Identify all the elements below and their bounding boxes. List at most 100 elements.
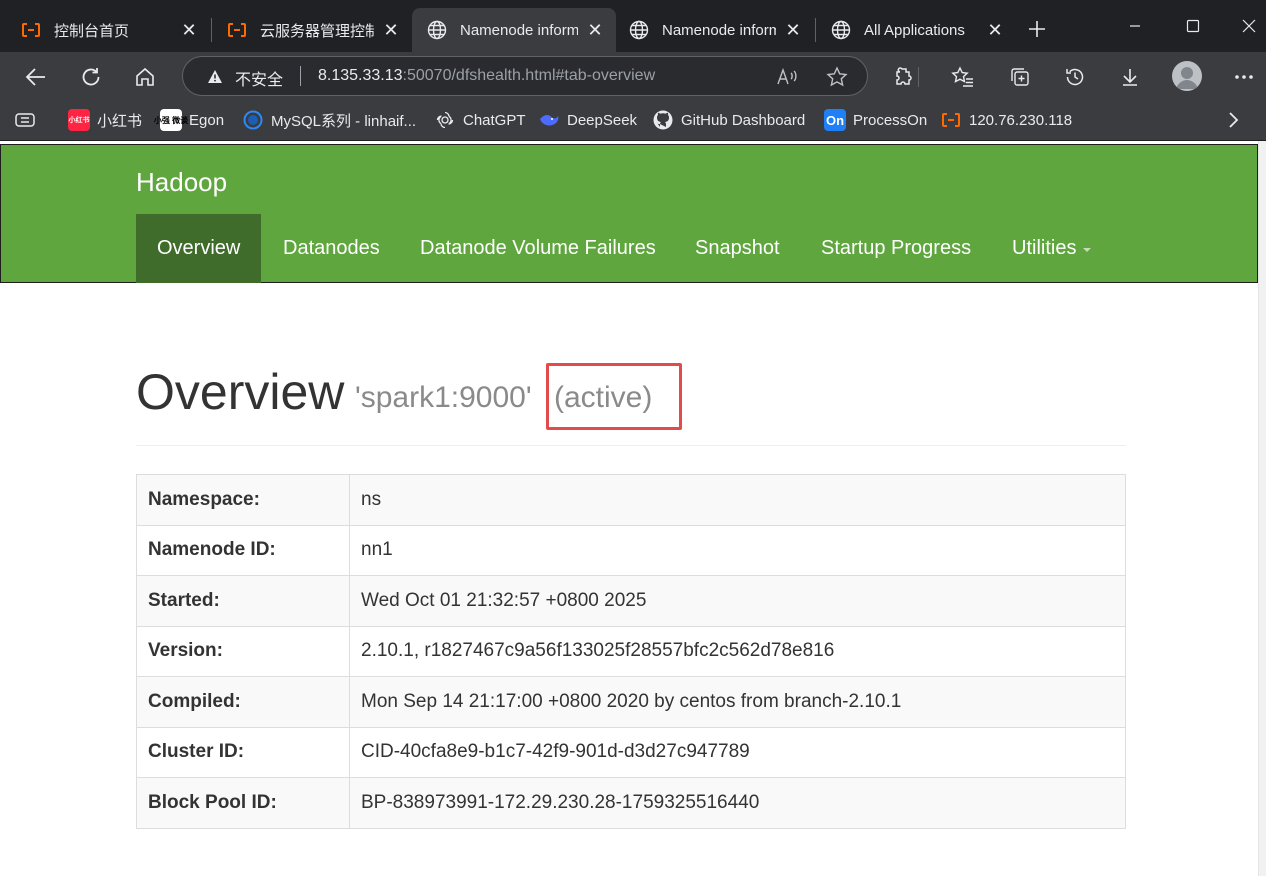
url-text[interactable]: 8.135.33.13:50070/dfshealth.html#tab-ove… xyxy=(318,67,655,85)
nav-utilities[interactable]: Utilities xyxy=(991,214,1112,283)
bookmark-chatgpt[interactable]: ChatGPT xyxy=(434,108,526,132)
github-icon xyxy=(652,109,674,131)
bookmark-label: 120.76.230.118 xyxy=(969,111,1073,129)
bookmark-github[interactable]: GitHub Dashboard xyxy=(652,108,805,132)
table-row: Block Pool ID: BP-838973991-172.29.230.2… xyxy=(136,777,1126,829)
tab-namenode-2[interactable]: Namenode information ✕ xyxy=(614,11,814,49)
processon-icon: On xyxy=(824,109,846,131)
row-label: Namenode ID: xyxy=(136,524,350,576)
bookmark-label: MySQL系列 - linhaif... xyxy=(271,112,417,130)
table-row: Namenode ID: nn1 xyxy=(136,524,1126,576)
bookmark-processon[interactable]: On ProcessOn xyxy=(824,108,927,132)
url-host: 8.135.33.13 xyxy=(318,67,403,84)
refresh-icon[interactable] xyxy=(74,60,108,94)
warning-triangle-icon[interactable] xyxy=(205,66,225,86)
minimize-icon[interactable] xyxy=(1112,10,1158,42)
egon-icon: 小强 微谈 xyxy=(154,109,188,131)
security-status-label[interactable]: 不安全 xyxy=(235,66,283,90)
row-value: Mon Sep 14 21:17:00 +0800 2020 by centos… xyxy=(349,676,1126,728)
bookmark-ip-address[interactable]: 120.76.230.118 xyxy=(940,108,1072,132)
extensions-puzzle-icon[interactable] xyxy=(887,60,921,94)
row-value: nn1 xyxy=(349,524,1126,576)
bookmark-egon[interactable]: 小强 微谈 Egon xyxy=(154,108,225,132)
nav-datanodes[interactable]: Datanodes xyxy=(262,214,401,283)
row-value: CID-40cfa8e9-b1c7-42f9-901d-d3d27c947789 xyxy=(349,726,1126,778)
download-icon[interactable] xyxy=(1113,60,1147,94)
url-path: :50070/dfshealth.html#tab-overview xyxy=(402,67,656,84)
more-menu-icon[interactable] xyxy=(1227,60,1261,94)
tab-title: All Applications xyxy=(864,21,965,39)
row-label: Cluster ID: xyxy=(136,726,350,778)
circle-icon xyxy=(242,109,264,131)
brand-hadoop[interactable]: Hadoop xyxy=(136,167,227,198)
nav-overview[interactable]: Overview xyxy=(136,214,262,283)
deepseek-icon xyxy=(538,109,560,131)
table-row: Started: Wed Oct 01 21:32:57 +0800 2025 xyxy=(136,575,1126,627)
address-bar[interactable]: 不安全 8.135.33.13:50070/dfshealth.html#tab… xyxy=(182,56,868,96)
aliyun-icon xyxy=(226,19,248,41)
aliyun-icon xyxy=(20,19,42,41)
row-value: ns xyxy=(349,474,1126,526)
tab-namenode-active[interactable]: Namenode information ✕ xyxy=(412,8,616,52)
table-row: Cluster ID: CID-40cfa8e9-b1c7-42f9-901d-… xyxy=(136,726,1126,778)
tab-ecs-console[interactable]: 云服务器管理控制台 ✕ xyxy=(212,11,412,49)
toolbar-divider xyxy=(917,60,919,94)
namenode-state: (active) xyxy=(554,381,653,414)
tab-title: Namenode information xyxy=(460,21,578,39)
tab-all-applications[interactable]: All Applications ✕ xyxy=(816,11,1016,49)
address-divider xyxy=(300,66,301,86)
bookmark-mysql[interactable]: MySQL系列 - linhaif... xyxy=(242,108,416,132)
close-icon[interactable]: ✕ xyxy=(984,19,1006,41)
profile-avatar-icon[interactable] xyxy=(1172,61,1202,91)
history-icon[interactable] xyxy=(1058,60,1092,94)
window-close-icon[interactable] xyxy=(1226,10,1266,42)
namenode-info-table: Namespace: ns Namenode ID: nn1 Started: … xyxy=(136,474,1126,829)
bookmark-label: Egon xyxy=(189,111,225,129)
bookmark-xiaohongshu[interactable]: 小红书 小红书 xyxy=(68,108,142,132)
close-icon[interactable]: ✕ xyxy=(782,19,804,41)
bookmarks-bar: 小红书 小红书 小强 微谈 Egon MySQL系列 - linhaif... … xyxy=(0,100,1266,140)
web-page-content: Hadoop Overview Datanodes Datanode Volum… xyxy=(0,141,1266,876)
globe-icon xyxy=(830,19,852,41)
nav-snapshot[interactable]: Snapshot xyxy=(674,214,801,283)
row-label: Started: xyxy=(136,575,350,627)
read-aloud-icon[interactable] xyxy=(775,65,799,89)
aliyun-icon xyxy=(940,109,962,131)
tablet-mode-icon[interactable] xyxy=(14,108,38,132)
browser-tab-strip: 控制台首页 ✕ 云服务器管理控制台 ✕ Namenode information… xyxy=(0,0,1266,60)
back-arrow-icon[interactable] xyxy=(19,60,53,94)
bookmark-label: GitHub Dashboard xyxy=(681,111,806,129)
nav-startup-progress[interactable]: Startup Progress xyxy=(800,214,992,283)
close-icon[interactable]: ✕ xyxy=(584,19,606,41)
new-tab-plus-icon[interactable] xyxy=(1022,14,1052,44)
tab-title: 控制台首页 xyxy=(54,22,130,40)
favorites-list-icon[interactable] xyxy=(946,60,980,94)
home-icon[interactable] xyxy=(128,60,162,94)
globe-icon xyxy=(426,19,448,41)
bookmarks-overflow-chevron-right-icon[interactable] xyxy=(1226,108,1240,132)
row-label: Namespace: xyxy=(136,474,350,526)
collections-icon[interactable] xyxy=(1003,60,1037,94)
row-label: Compiled: xyxy=(136,676,350,728)
close-icon[interactable]: ✕ xyxy=(178,19,200,41)
row-value: BP-838973991-172.29.230.28-1759325516440 xyxy=(349,777,1126,829)
page-scrollbar[interactable] xyxy=(1258,141,1266,876)
globe-icon xyxy=(628,19,650,41)
nav-utilities-label: Utilities xyxy=(1012,237,1077,259)
row-label: Version: xyxy=(136,625,350,677)
bookmark-label: DeepSeek xyxy=(567,111,638,129)
hadoop-navbar: Hadoop Overview Datanodes Datanode Volum… xyxy=(0,144,1258,283)
maximize-icon[interactable] xyxy=(1170,10,1216,42)
table-row: Namespace: ns xyxy=(136,474,1126,526)
table-row: Compiled: Mon Sep 14 21:17:00 +0800 2020… xyxy=(136,676,1126,728)
bookmark-label: ProcessOn xyxy=(853,111,928,129)
bookmark-deepseek[interactable]: DeepSeek xyxy=(538,108,637,132)
browser-toolbar: 不安全 8.135.33.13:50070/dfshealth.html#tab… xyxy=(0,52,1266,100)
dropdown-caret-icon xyxy=(1083,248,1092,252)
close-icon[interactable]: ✕ xyxy=(380,19,402,41)
row-label: Block Pool ID: xyxy=(136,777,350,829)
favorite-star-icon[interactable] xyxy=(825,65,849,89)
tab-console-home[interactable]: 控制台首页 ✕ xyxy=(6,11,210,49)
nav-datanode-volume-failures[interactable]: Datanode Volume Failures xyxy=(399,214,677,283)
namenode-host: 'spark1:9000' xyxy=(355,381,532,414)
